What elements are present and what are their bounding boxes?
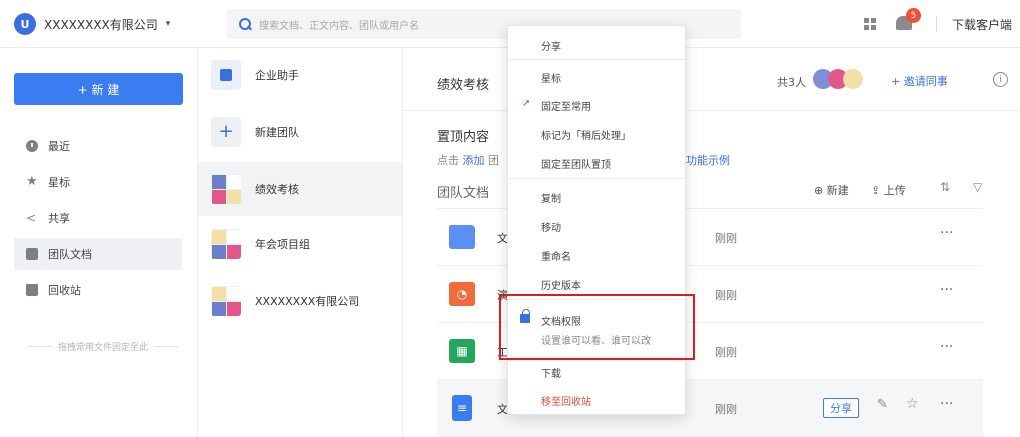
avatar[interactable] <box>843 69 863 89</box>
plus-icon: + <box>211 117 241 147</box>
menu-item-label: 固定至常用 <box>541 102 591 113</box>
upload-label: 上传 <box>883 184 906 197</box>
menu-item-rename[interactable]: 重命名 <box>508 248 685 263</box>
file-time: 刚刚 <box>715 346 737 359</box>
doc-icon: ≡ <box>452 395 472 421</box>
menu-item-share[interactable]: 分享 <box>508 38 685 53</box>
menu-item-move-to-trash[interactable]: 移至回收站 <box>508 393 685 408</box>
divider <box>403 110 1020 111</box>
row-share-button[interactable]: 分享 <box>823 398 859 418</box>
more-icon[interactable]: ··· <box>940 282 953 298</box>
pin-drop-hint: 拖拽常用文件固定至此 <box>28 340 179 353</box>
slides-icon: ◔ <box>449 282 475 306</box>
team-item-company[interactable]: XXXXXXXX有限公司 <box>198 274 402 328</box>
menu-item-history[interactable]: 历史版本 <box>508 277 685 292</box>
sidebar-item-label: 星标 <box>48 176 70 189</box>
team-item-annual-party[interactable]: 年会项目组 <box>198 217 402 271</box>
team-name: 新建团队 <box>255 126 299 139</box>
menu-item-download[interactable]: 下载 <box>508 365 685 380</box>
new-doc-label: 新建 <box>826 184 849 197</box>
sort-icon[interactable]: ⇅ <box>940 180 950 194</box>
left-sidebar: + 新 建 最近 ★ 星标 < 共享 团队文档 回收站 拖拽常用文件固定至此 <box>0 48 198 437</box>
team-item-new-team[interactable]: + 新建团队 <box>198 105 402 159</box>
invite-button[interactable]: + 邀请同事 <box>891 73 948 89</box>
team-avatar <box>211 229 241 259</box>
new-doc-button[interactable]: ⊕ 新建 <box>814 182 849 198</box>
sidebar-item-shared[interactable]: < 共享 <box>14 202 182 234</box>
sidebar-item-recent[interactable]: 最近 <box>14 130 182 162</box>
more-icon[interactable]: ··· <box>940 339 953 355</box>
search-icon <box>239 18 251 30</box>
menu-item-pin-team[interactable]: 固定至团队置顶 <box>508 156 685 171</box>
sidebar-item-team-docs[interactable]: 团队文档 <box>14 238 182 270</box>
filter-icon[interactable]: ▽ <box>973 180 982 194</box>
file-time: 刚刚 <box>715 403 737 416</box>
star-icon[interactable]: ☆ <box>906 396 919 412</box>
share-icon: < <box>26 211 37 225</box>
company-switcher[interactable]: U XXXXXXXX有限公司 ▾ <box>14 13 170 35</box>
pinned-tip-prefix: 点击 <box>437 154 459 167</box>
divider <box>936 16 937 32</box>
team-docs-title: 团队文档 <box>437 186 490 201</box>
upload-button[interactable]: ⇪ 上传 <box>871 182 906 198</box>
sidebar-item-label: 回收站 <box>48 284 81 297</box>
pinned-section-title: 置顶内容 <box>437 130 490 145</box>
pin-icon: ➚ <box>522 98 531 109</box>
menu-item-mark-later[interactable]: 标记为「稍后处理」 <box>508 127 685 142</box>
folder-icon <box>449 225 475 249</box>
assistant-avatar <box>211 60 241 90</box>
team-name: 绩效考核 <box>255 183 299 196</box>
more-icon[interactable]: ··· <box>940 396 953 412</box>
file-time: 刚刚 <box>715 289 737 302</box>
team-item-performance[interactable]: 绩效考核 <box>198 162 402 216</box>
edit-icon[interactable]: ✎ <box>877 397 888 412</box>
trash-icon <box>26 284 38 296</box>
team-name: 年会项目组 <box>255 238 310 251</box>
info-icon[interactable]: i <box>993 72 1008 87</box>
main-content: 绩效考核 共3人 + 邀请同事 i 置顶内容 点击 添加 团 功能示例 团队文档… <box>403 48 1020 437</box>
team-name: 企业助手 <box>255 69 299 82</box>
more-icon[interactable]: ··· <box>940 225 953 241</box>
new-button[interactable]: + 新 建 <box>14 73 183 105</box>
clock-icon <box>26 140 38 152</box>
team-avatar <box>211 286 241 316</box>
company-logo-icon: U <box>14 13 36 35</box>
menu-item-star[interactable]: 星标 <box>508 70 685 85</box>
file-time: 刚刚 <box>715 232 737 245</box>
divider <box>508 178 685 179</box>
team-list: 企业助手 + 新建团队 绩效考核 年会项目组 XXXXXXXX有限公司 <box>198 48 403 437</box>
menu-item-copy[interactable]: 复制 <box>508 190 685 205</box>
chevron-down-icon: ▾ <box>165 19 171 29</box>
team-item-assistant[interactable]: 企业助手 <box>198 48 402 102</box>
star-icon: ★ <box>26 174 38 189</box>
pinned-tip-suffix: 团 <box>488 154 499 167</box>
pinned-tip: 点击 添加 团 <box>437 152 499 168</box>
sidebar-item-trash[interactable]: 回收站 <box>14 274 182 306</box>
function-example-link[interactable]: 功能示例 <box>686 152 730 168</box>
highlight-box <box>499 294 695 360</box>
sidebar-item-label: 团队文档 <box>48 248 92 261</box>
sidebar-item-starred[interactable]: ★ 星标 <box>14 166 182 198</box>
team-name: XXXXXXXX有限公司 <box>255 295 360 308</box>
add-pinned-link[interactable]: 添加 <box>463 154 485 167</box>
apps-grid-icon[interactable] <box>864 18 876 30</box>
sidebar-item-label: 最近 <box>48 140 70 153</box>
menu-item-pin-common[interactable]: ➚ 固定至常用 <box>508 98 685 113</box>
menu-item-move[interactable]: 移动 <box>508 219 685 234</box>
divider <box>508 59 685 60</box>
member-count[interactable]: 共3人 <box>777 74 806 90</box>
team-icon <box>26 248 38 260</box>
team-avatar <box>211 174 241 204</box>
search-placeholder: 搜索文档、正文内容、团队或用户名 <box>259 20 419 32</box>
download-client-link[interactable]: 下载客户端 <box>952 16 1012 33</box>
notification-badge: 5 <box>906 8 921 23</box>
company-name: XXXXXXXX有限公司 <box>44 17 158 32</box>
sidebar-item-label: 共享 <box>48 212 70 225</box>
divider <box>508 360 685 361</box>
page-title: 绩效考核 <box>437 78 490 93</box>
pin-hint-text: 拖拽常用文件固定至此 <box>58 343 149 353</box>
sheet-icon: ▦ <box>449 339 475 363</box>
